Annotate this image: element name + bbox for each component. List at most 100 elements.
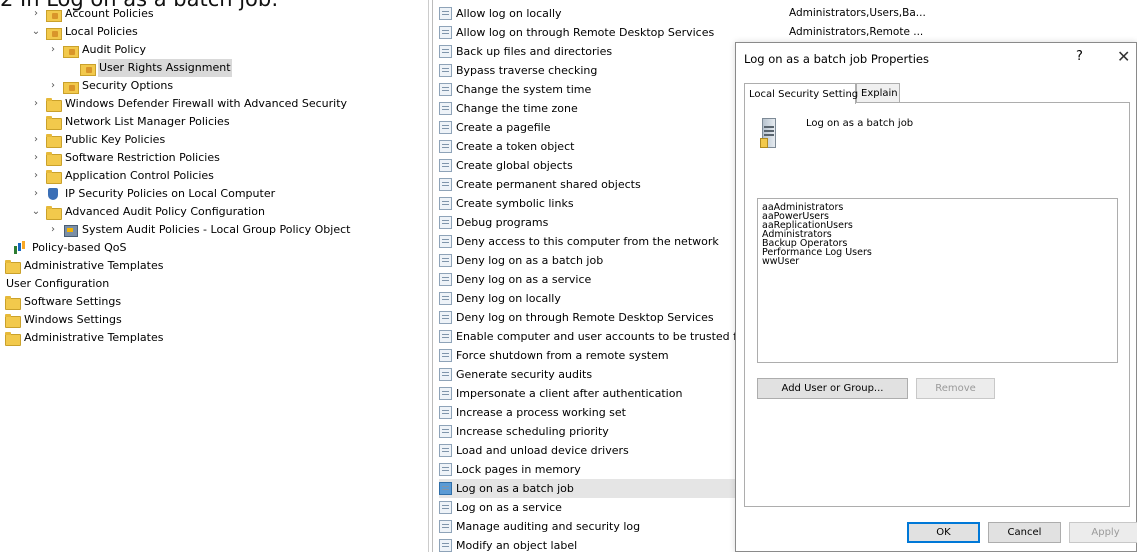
policy-row[interactable]: Create permanent shared objects — [439, 175, 738, 194]
policy-icon — [439, 387, 452, 400]
policy-row[interactable]: Deny log on locally — [439, 289, 738, 308]
tree-node-label: Audit Policy — [82, 43, 146, 56]
tree-node[interactable]: Network List Manager Policies — [30, 113, 231, 131]
policy-row[interactable]: Create global objects — [439, 156, 738, 175]
tab-panel: Log on as a batch job aaAdministrators aa… — [744, 102, 1130, 507]
tree-node[interactable]: › Windows Defender Firewall with Advanced… — [30, 95, 348, 113]
policy-name: Generate security audits — [456, 368, 593, 381]
chevron-right-icon[interactable]: › — [30, 149, 42, 167]
policy-row[interactable]: Create symbolic links — [439, 194, 738, 213]
tree-node[interactable]: ⌄ Advanced Audit Policy Configuration — [30, 203, 266, 221]
cancel-button[interactable]: Cancel — [988, 522, 1061, 543]
ok-button[interactable]: OK — [907, 522, 980, 543]
policy-row[interactable]: Debug programs — [439, 213, 738, 232]
security-folder-icon — [63, 79, 79, 94]
policy-row[interactable]: Deny log on as a service — [439, 270, 738, 289]
tree-node-label: Administrative Templates — [24, 259, 164, 272]
policy-row[interactable]: Log on as a service — [439, 498, 738, 517]
tree-node-label: User Rights Assignment — [98, 59, 232, 77]
tree-node[interactable]: User Rights Assignment — [64, 59, 232, 77]
tree-node[interactable]: › Account Policies — [30, 5, 155, 23]
tree-node[interactable]: › Security Options — [47, 77, 174, 95]
chevron-right-icon[interactable]: › — [30, 5, 42, 23]
add-user-or-group-button[interactable]: Add User or Group... — [757, 378, 908, 399]
policy-heading: Log on as a batch job — [806, 118, 914, 129]
policy-name: Deny log on through Remote Desktop Servi… — [456, 311, 714, 324]
policy-row[interactable]: Change the system time — [439, 80, 738, 99]
policy-name: Deny log on locally — [456, 292, 561, 305]
policy-row[interactable]: Deny access to this computer from the ne… — [439, 232, 738, 251]
tree-node[interactable]: › Software Restriction Policies — [30, 149, 221, 167]
help-button[interactable]: ? — [1076, 49, 1083, 64]
policy-icon — [439, 482, 452, 495]
tree-node[interactable]: ⌄ Local Policies — [30, 23, 139, 41]
tree-node[interactable]: › System Audit Policies - Local Group Pol… — [47, 221, 351, 239]
tree-node-label: Windows Defender Firewall with Advanced … — [65, 97, 348, 110]
member-item[interactable]: wwUser — [762, 257, 1113, 267]
policy-name: Create symbolic links — [456, 197, 574, 210]
tree-node[interactable]: Administrative Templates — [5, 257, 165, 275]
policy-name: Change the time zone — [456, 102, 578, 115]
tree-node[interactable]: Policy-based QoS — [13, 239, 128, 257]
chevron-right-icon[interactable]: › — [30, 185, 42, 203]
policy-row[interactable]: Increase scheduling priority — [439, 422, 738, 441]
policy-row[interactable]: Allow log on through Remote Desktop Serv… — [439, 23, 738, 42]
chevron-right-icon[interactable]: › — [47, 221, 59, 239]
policy-row[interactable]: Allow log on locally — [439, 4, 738, 23]
tree-node[interactable]: › IP Security Policies on Local Computer — [30, 185, 276, 203]
policy-icon — [439, 83, 452, 96]
policy-row[interactable]: Lock pages in memory — [439, 460, 738, 479]
policy-row[interactable]: Force shutdown from a remote system — [439, 346, 738, 365]
tree-node[interactable]: › Public Key Policies — [30, 131, 166, 149]
policy-row[interactable]: Change the time zone — [439, 99, 738, 118]
policy-row[interactable]: Deny log on as a batch job — [439, 251, 738, 270]
tab-explain[interactable]: Explain — [856, 83, 900, 103]
shield-icon — [46, 187, 60, 201]
policy-row[interactable]: Modify an object label — [439, 536, 738, 552]
chevron-right-icon[interactable]: › — [30, 131, 42, 149]
policy-row[interactable]: Log on as a batch job — [439, 479, 738, 498]
close-button[interactable]: ✕ — [1117, 47, 1130, 66]
tree-node[interactable]: Administrative Templates — [5, 329, 165, 347]
tree-node[interactable]: User Configuration — [5, 275, 110, 293]
policy-row[interactable]: Create a pagefile — [439, 118, 738, 137]
security-folder-icon — [63, 43, 79, 58]
security-folder-icon — [46, 7, 62, 22]
folder-icon — [46, 97, 62, 112]
chevron-down-icon[interactable]: ⌄ — [30, 23, 42, 41]
apply-button[interactable]: Apply — [1069, 522, 1137, 543]
tree-node[interactable]: Windows Settings — [5, 311, 123, 329]
members-listbox[interactable]: aaAdministrators aaPowerUsers aaReplicatio… — [757, 198, 1118, 363]
policy-name: Increase scheduling priority — [456, 425, 609, 438]
tree-node-label: Software Settings — [24, 295, 122, 308]
security-folder-icon — [46, 25, 62, 40]
policy-name: Back up files and directories — [456, 45, 613, 58]
policy-row[interactable]: Impersonate a client after authenticatio… — [439, 384, 738, 403]
tree-node[interactable]: › Audit Policy — [47, 41, 147, 59]
tab-local-security-setting[interactable]: Local Security Setting — [744, 83, 858, 104]
tree-node[interactable]: › Application Control Policies — [30, 167, 215, 185]
policy-row[interactable]: Increase a process working set — [439, 403, 738, 422]
pane-splitter[interactable] — [428, 0, 431, 552]
policy-row[interactable]: Manage auditing and security log — [439, 517, 738, 536]
chevron-right-icon[interactable]: › — [30, 167, 42, 185]
remove-button[interactable]: Remove — [916, 378, 995, 399]
policy-row[interactable]: Enable computer and user accounts to be … — [439, 327, 738, 346]
folder-icon — [5, 259, 21, 274]
policy-icon — [439, 7, 452, 20]
chevron-right-icon[interactable]: › — [47, 41, 59, 59]
policy-row[interactable]: Bypass traverse checking — [439, 61, 738, 80]
policy-row[interactable]: Generate security audits — [439, 365, 738, 384]
tree-node[interactable]: Software Settings — [5, 293, 122, 311]
chevron-down-icon[interactable]: ⌄ — [30, 203, 42, 221]
policy-row[interactable]: Load and unload device drivers — [439, 441, 738, 460]
policy-row[interactable]: Back up files and directories — [439, 42, 738, 61]
chevron-right-icon[interactable]: › — [47, 77, 59, 95]
security-setting-cell: Administrators,Users,Ba... — [789, 7, 926, 19]
chevron-right-icon[interactable]: › — [30, 95, 42, 113]
member-item[interactable]: Performance Log Users — [762, 248, 1113, 258]
policy-name: Enable computer and user accounts to be … — [456, 330, 738, 343]
policy-row[interactable]: Create a token object — [439, 137, 738, 156]
policy-row[interactable]: Deny log on through Remote Desktop Servi… — [439, 308, 738, 327]
